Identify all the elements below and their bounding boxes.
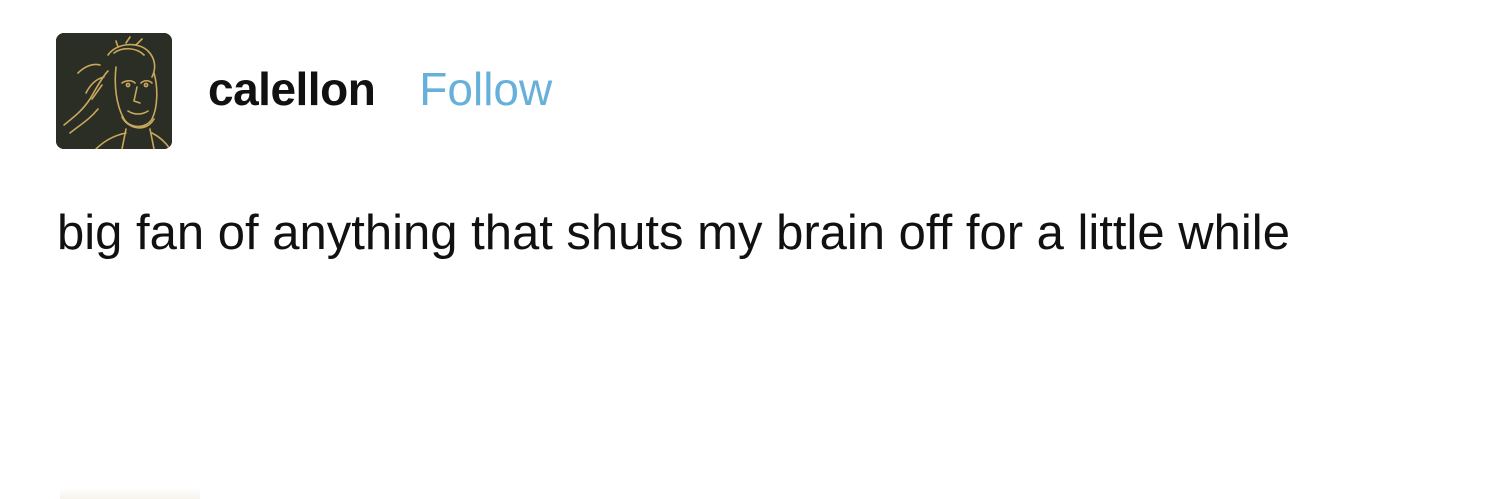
author-username[interactable]: calellon (208, 62, 376, 116)
portrait-sketch-icon (56, 33, 172, 149)
post-card: calellon Follow big fan of anything that… (0, 0, 1499, 499)
next-post-edge (60, 488, 200, 499)
avatar[interactable] (56, 33, 172, 149)
follow-button[interactable]: Follow (419, 62, 552, 116)
post-header: calellon Follow (56, 33, 552, 149)
post-text: big fan of anything that shuts my brain … (57, 206, 1290, 260)
